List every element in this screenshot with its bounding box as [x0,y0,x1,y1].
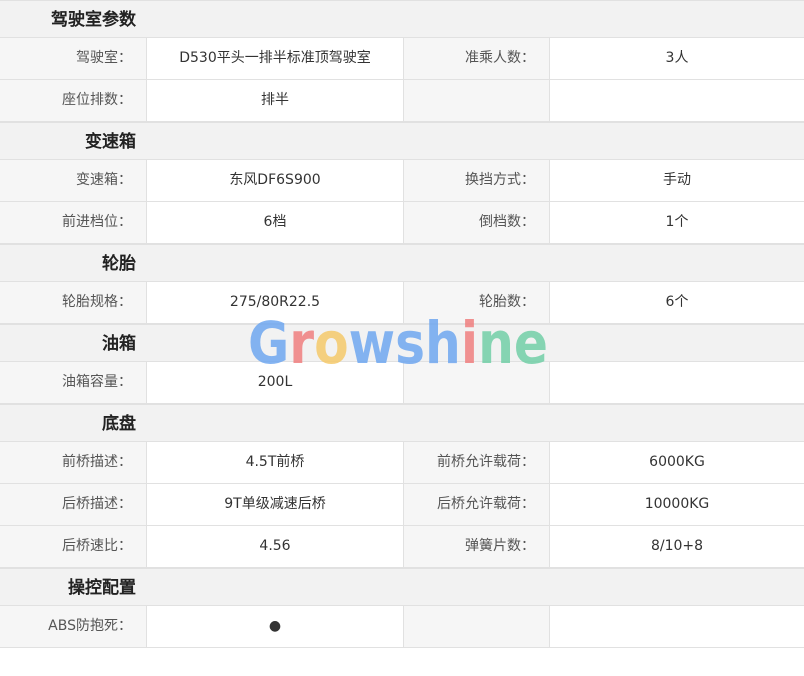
table-row: 前进档位： 6档 倒档数： 1个 [0,202,804,244]
table-row: 前桥描述： 4.5T前桥 前桥允许载荷： 6000KG [0,442,804,484]
spec-label: 前进档位： [0,202,147,243]
section-title: 轮胎 [102,254,136,274]
spec-label-empty [404,80,550,121]
spec-value: D530平头一排半标准顶驾驶室 [147,38,404,79]
table-row: 油箱容量： 200L [0,362,804,404]
spec-value: 6个 [550,282,804,323]
spec-label: 轮胎数： [404,282,550,323]
vehicle-spec-table: 驾驶室参数 驾驶室： D530平头一排半标准顶驾驶室 准乘人数： 3人 座位排数… [0,0,804,676]
spec-value: 排半 [147,80,404,121]
section-title: 操控配置 [68,578,136,598]
table-row: 轮胎规格： 275/80R22.5 轮胎数： 6个 [0,282,804,324]
spec-label: 后桥速比： [0,526,147,567]
spec-label: 驾驶室： [0,38,147,79]
section-title: 底盘 [102,414,136,434]
spec-value: 275/80R22.5 [147,282,404,323]
spec-label: 倒档数： [404,202,550,243]
spec-value: 东风DF6S900 [147,160,404,201]
table-row: 驾驶室： D530平头一排半标准顶驾驶室 准乘人数： 3人 [0,38,804,80]
spec-label: 换挡方式： [404,160,550,201]
spec-label: ABS防抱死： [0,606,147,647]
spec-label: 前桥允许载荷： [404,442,550,483]
section-title: 油箱 [102,334,136,354]
section-header-tires: 轮胎 [0,244,804,282]
spec-value: 8/10+8 [550,526,804,567]
standard-equipment-dot: ● [147,606,404,647]
spec-value: 10000KG [550,484,804,525]
spec-label-empty [404,606,550,647]
spec-value-empty [550,606,804,647]
section-header-cab: 驾驶室参数 [0,0,804,38]
table-row: 后桥描述： 9T单级减速后桥 后桥允许载荷： 10000KG [0,484,804,526]
spec-value-empty [550,362,804,403]
spec-label: 轮胎规格： [0,282,147,323]
section-header-chassis: 底盘 [0,404,804,442]
table-row: ABS防抱死： ● [0,606,804,648]
spec-label: 后桥描述： [0,484,147,525]
spec-value: 4.56 [147,526,404,567]
spec-label: 变速箱： [0,160,147,201]
spec-value: 6000KG [550,442,804,483]
table-row: 座位排数： 排半 [0,80,804,122]
spec-value: 手动 [550,160,804,201]
section-title: 变速箱 [85,132,136,152]
spec-value: 1个 [550,202,804,243]
spec-label: 油箱容量： [0,362,147,403]
section-title: 驾驶室参数 [51,10,136,30]
spec-label-empty [404,362,550,403]
section-header-fuel-tank: 油箱 [0,324,804,362]
spec-value-empty [550,80,804,121]
spec-value: 4.5T前桥 [147,442,404,483]
table-row: 后桥速比： 4.56 弹簧片数： 8/10+8 [0,526,804,568]
table-row: 变速箱： 东风DF6S900 换挡方式： 手动 [0,160,804,202]
section-header-controls: 操控配置 [0,568,804,606]
spec-value: 6档 [147,202,404,243]
section-header-gearbox: 变速箱 [0,122,804,160]
spec-value: 9T单级减速后桥 [147,484,404,525]
spec-value: 200L [147,362,404,403]
spec-label: 前桥描述： [0,442,147,483]
spec-label: 弹簧片数： [404,526,550,567]
spec-label: 准乘人数： [404,38,550,79]
spec-label: 后桥允许载荷： [404,484,550,525]
spec-label: 座位排数： [0,80,147,121]
spec-value: 3人 [550,38,804,79]
